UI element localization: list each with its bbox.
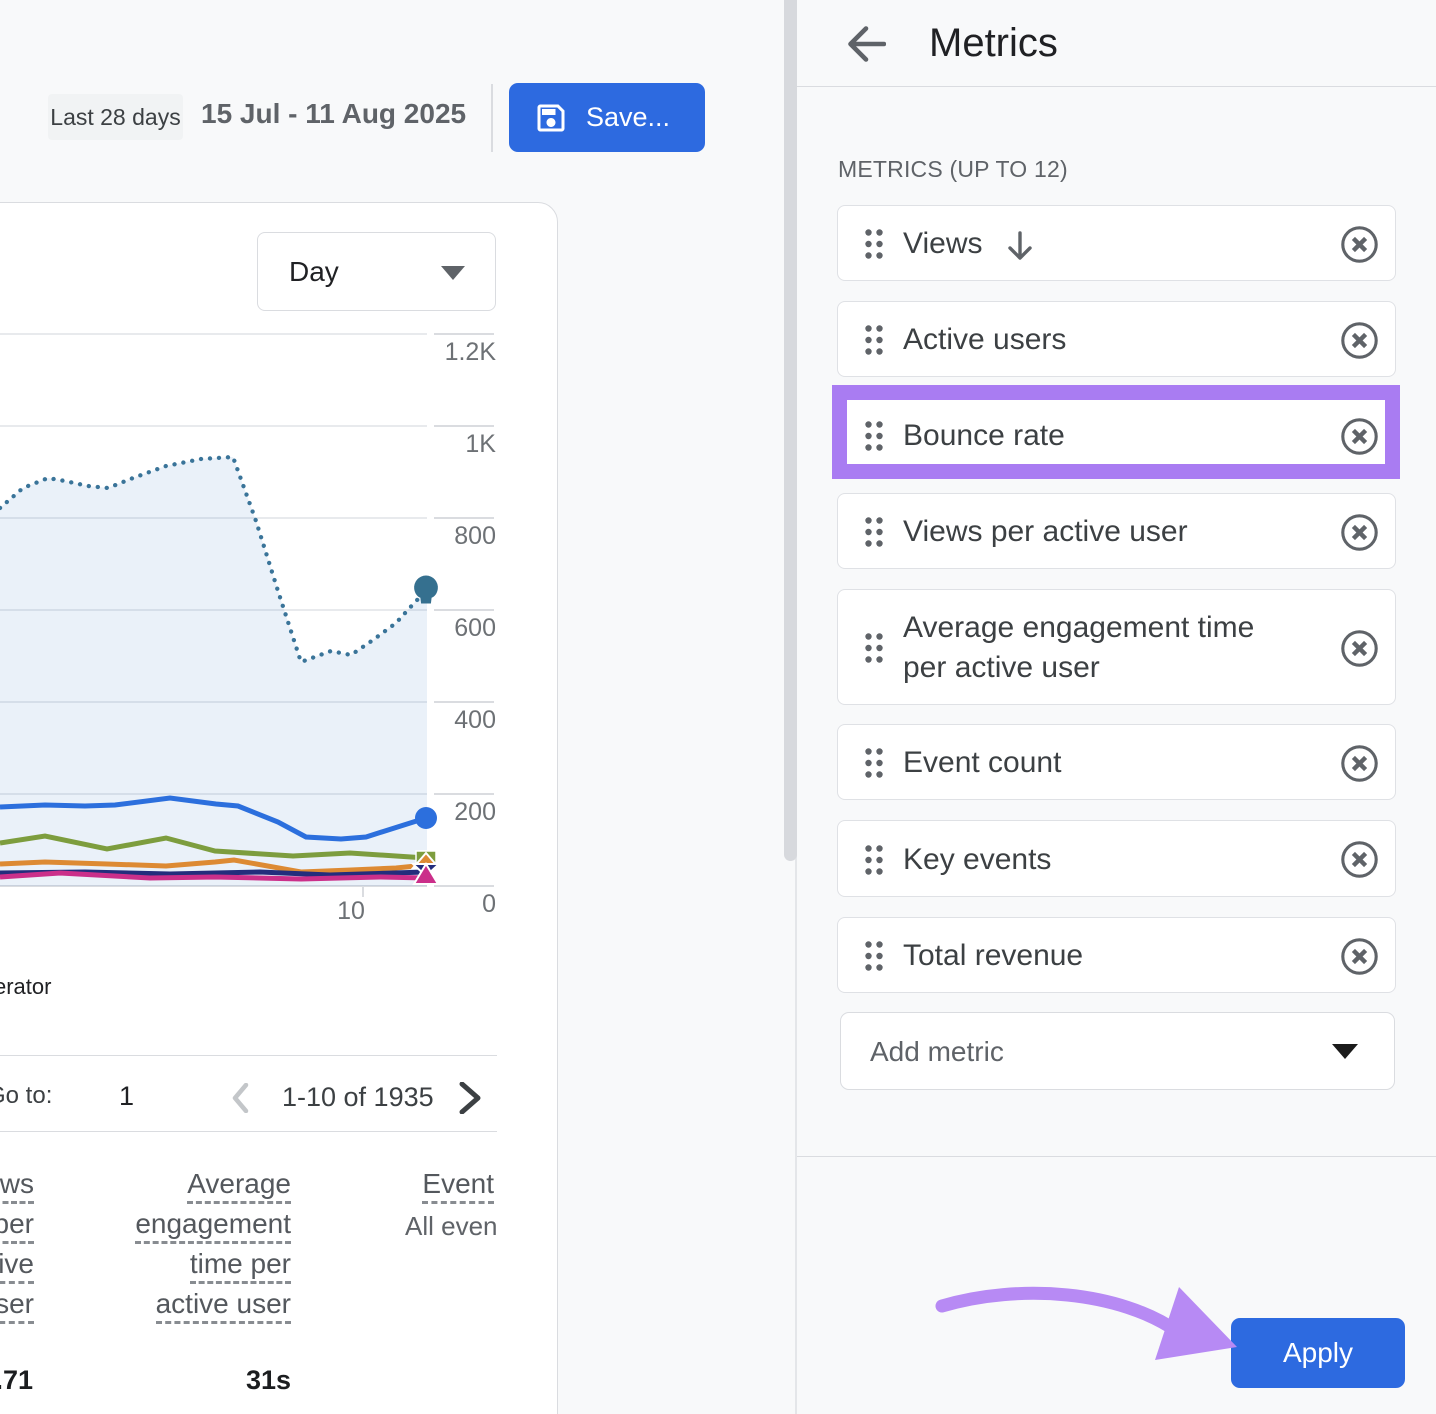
svg-text:1.2K: 1.2K (445, 338, 497, 366)
svg-text:400: 400 (454, 706, 496, 734)
svg-text:0: 0 (482, 890, 496, 918)
svg-text:1K: 1K (465, 430, 496, 458)
svg-text:800: 800 (454, 522, 496, 550)
svg-text:200: 200 (454, 798, 496, 826)
svg-text:10: 10 (337, 897, 365, 925)
svg-text:600: 600 (454, 614, 496, 642)
